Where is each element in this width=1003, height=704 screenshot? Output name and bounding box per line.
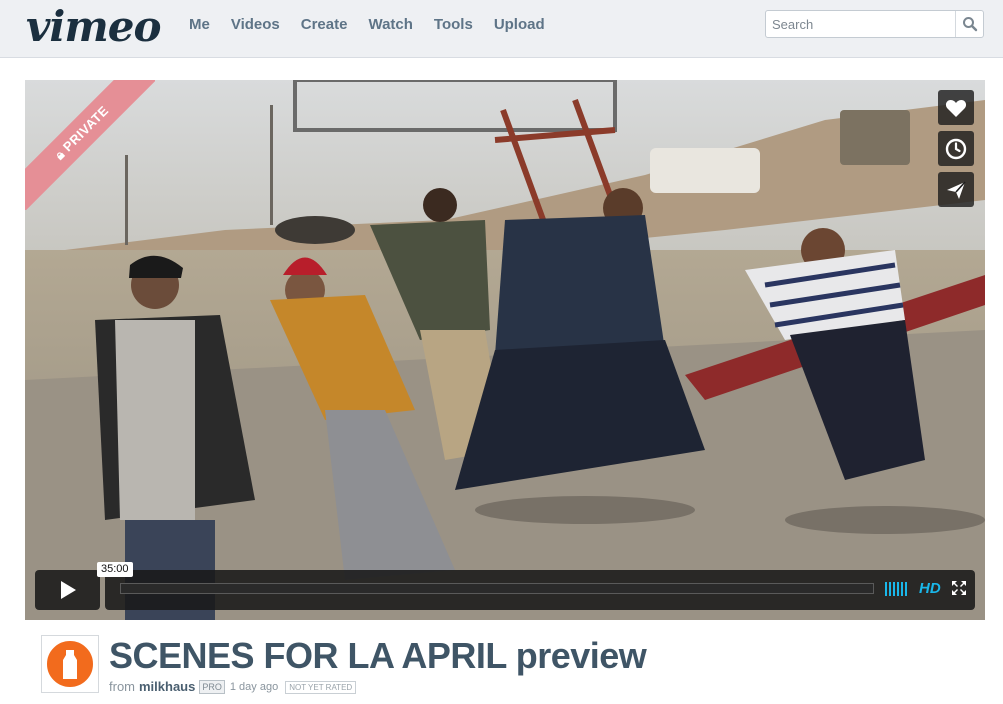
search-button[interactable] <box>955 11 983 37</box>
play-button[interactable] <box>35 570 100 610</box>
search-box <box>765 10 984 38</box>
clock-icon <box>945 138 967 159</box>
hd-toggle[interactable]: HD <box>919 580 941 598</box>
share-button[interactable] <box>938 172 974 207</box>
progress-bar[interactable] <box>120 583 874 594</box>
heart-icon <box>945 99 967 117</box>
nav-me[interactable]: Me <box>189 16 210 34</box>
vimeo-logo[interactable]: vimeo <box>26 2 162 51</box>
volume-control[interactable] <box>885 582 907 596</box>
search-icon <box>962 17 977 32</box>
video-byline: from milkhaus PRO 1 day ago NOT YET RATE… <box>109 679 357 695</box>
uploader-link[interactable]: milkhaus <box>139 679 195 695</box>
video-title: SCENES FOR LA APRIL preview <box>109 635 647 676</box>
rating-badge: NOT YET RATED <box>285 680 357 694</box>
nav-watch[interactable]: Watch <box>368 16 412 34</box>
private-ribbon: 🔒︎ PRIVATE <box>25 80 155 210</box>
fullscreen-button[interactable] <box>951 580 967 601</box>
fullscreen-icon <box>952 581 966 595</box>
nav-upload[interactable]: Upload <box>494 16 545 34</box>
search-input[interactable] <box>772 15 952 33</box>
watch-later-button[interactable] <box>938 131 974 166</box>
main-nav: Me Videos Create Watch Tools Upload <box>189 16 566 34</box>
player-side-buttons <box>938 90 974 207</box>
like-button[interactable] <box>938 90 974 125</box>
play-icon <box>60 581 76 599</box>
nav-tools[interactable]: Tools <box>434 16 473 34</box>
nav-videos[interactable]: Videos <box>231 16 280 34</box>
paper-plane-icon <box>947 180 966 199</box>
video-player[interactable]: 🔒︎ PRIVATE 35:00 HD <box>25 80 985 620</box>
timecode: 35:00 <box>97 562 133 577</box>
video-frame <box>25 80 985 620</box>
control-bar: 35:00 HD <box>97 562 975 610</box>
nav-create[interactable]: Create <box>301 16 348 34</box>
from-label: from <box>109 679 135 694</box>
upload-time: 1 day ago <box>229 681 279 693</box>
private-label: PRIVATE <box>59 102 112 155</box>
milk-bottle-icon <box>45 639 95 689</box>
pro-badge[interactable]: PRO <box>199 680 225 694</box>
top-navigation-bar: vimeo Me Videos Create Watch Tools Uploa… <box>0 0 1003 58</box>
user-avatar[interactable] <box>41 635 99 693</box>
player-controls: 35:00 HD <box>35 562 975 610</box>
